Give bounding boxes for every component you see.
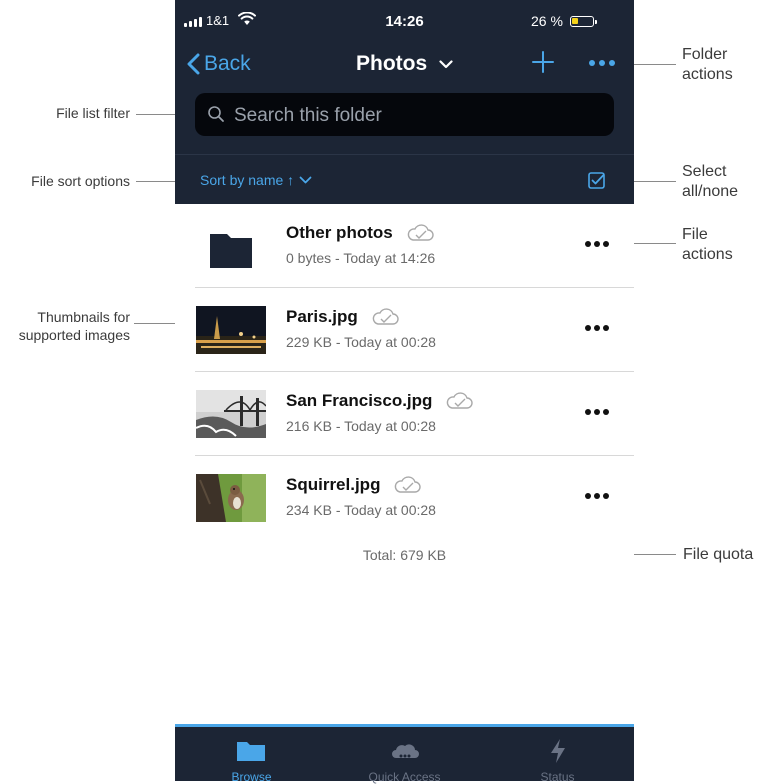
chevron-down-icon	[299, 176, 312, 184]
cloud-check-icon	[372, 308, 399, 325]
annotation-thumbnails-line2: supported images	[18, 327, 130, 343]
annotation-select-line2: all/none	[682, 183, 739, 200]
cloud-check-icon	[447, 392, 474, 409]
sort-bar: Sort by name ↑	[175, 154, 634, 205]
file-name: Other photos	[286, 223, 435, 243]
file-meta: 234 KB - Today at 00:28	[286, 502, 436, 518]
annotation-file-quota: File quota	[683, 546, 754, 563]
file-meta: 216 KB - Today at 00:28	[286, 418, 436, 434]
bolt-icon	[551, 739, 565, 763]
annotation-select-line1: Select	[682, 163, 727, 180]
file-row[interactable]: Squirrel.jpg 234 KB - Today at 00:28	[195, 456, 634, 539]
folder-actions-button[interactable]	[589, 55, 615, 71]
file-actions-button[interactable]	[585, 493, 609, 499]
folder-icon	[237, 742, 265, 761]
annotation-select-all-none: Select all/none	[682, 162, 738, 202]
file-name-text: San Francisco.jpg	[286, 391, 433, 410]
tab-status-label: Status	[540, 770, 575, 784]
file-row[interactable]: San Francisco.jpg 216 KB - Today at 00:2…	[195, 372, 634, 456]
chevron-down-icon	[439, 60, 453, 69]
cloud-icon	[392, 744, 419, 758]
total-size: Total: 679 KB	[362, 547, 447, 563]
file-name-text: Other photos	[286, 223, 393, 242]
annotation-file-list-filter: File list filter	[56, 105, 130, 121]
cloud-check-icon	[395, 476, 422, 493]
header: 1&1 14:26 26 % Back Photos Search this f…	[175, 0, 634, 204]
sort-label: Sort by name ↑	[200, 172, 295, 188]
file-actions-button[interactable]	[585, 325, 609, 331]
battery-percent: 26 %	[531, 13, 563, 29]
file-list: Other photos 0 bytes - Today at 14:26 Pa…	[195, 204, 634, 539]
folder-title[interactable]: Photos	[175, 52, 634, 76]
image-thumbnail	[196, 474, 266, 522]
tab-quick-access-label: Quick Access	[368, 770, 441, 784]
annotation-file-actions-line1: File	[682, 226, 708, 243]
annotation-file-actions-line2: actions	[682, 246, 733, 263]
file-name-text: Squirrel.jpg	[286, 475, 381, 494]
search-field[interactable]	[195, 93, 614, 138]
search-input[interactable]	[232, 93, 606, 138]
file-meta: 0 bytes - Today at 14:26	[286, 250, 436, 266]
file-name: San Francisco.jpg	[286, 391, 474, 411]
select-all-checkbox-icon[interactable]	[588, 172, 605, 189]
tab-browse-label: Browse	[231, 770, 272, 784]
file-row[interactable]: Paris.jpg 229 KB - Today at 00:28	[195, 288, 634, 372]
image-thumbnail	[196, 306, 266, 354]
nav-bar: Back Photos	[175, 40, 634, 88]
annotation-line	[136, 181, 180, 182]
tab-quick-access[interactable]: Quick Access	[328, 727, 481, 784]
file-actions-button[interactable]	[585, 241, 609, 247]
tab-status[interactable]: Status	[481, 727, 634, 784]
add-icon[interactable]	[530, 49, 556, 75]
annotation-folder-actions-line1: Folder	[682, 46, 728, 63]
annotation-folder-actions: Folder actions	[682, 45, 733, 85]
annotation-folder-actions-line2: actions	[682, 66, 733, 83]
tab-browse[interactable]: Browse	[175, 727, 328, 784]
sort-options-button[interactable]: Sort by name ↑	[200, 172, 312, 188]
folder-icon	[210, 234, 252, 268]
annotation-file-sort-options: File sort options	[31, 173, 130, 189]
file-name: Squirrel.jpg	[286, 475, 422, 495]
status-bar: 1&1 14:26 26 %	[175, 0, 634, 40]
cloud-check-icon	[407, 224, 434, 241]
status-time: 14:26	[385, 13, 424, 30]
image-thumbnail	[196, 390, 266, 438]
file-name: Paris.jpg	[286, 307, 400, 327]
annotation-file-actions: File actions	[682, 225, 733, 265]
battery-icon	[570, 16, 597, 27]
folder-title-text: Photos	[355, 52, 428, 75]
annotation-thumbnails-line1: Thumbnails for	[37, 309, 130, 325]
search-icon	[208, 106, 224, 122]
file-name-text: Paris.jpg	[286, 307, 358, 326]
file-meta: 229 KB - Today at 00:28	[286, 334, 436, 350]
annotation-thumbnails: Thumbnails for supported images	[0, 308, 130, 344]
tab-bar: Browse Quick Access Status	[175, 724, 634, 784]
phone-screen: 1&1 14:26 26 % Back Photos Search this f…	[175, 0, 634, 784]
file-actions-button[interactable]	[585, 409, 609, 415]
file-row[interactable]: Other photos 0 bytes - Today at 14:26	[195, 204, 634, 288]
